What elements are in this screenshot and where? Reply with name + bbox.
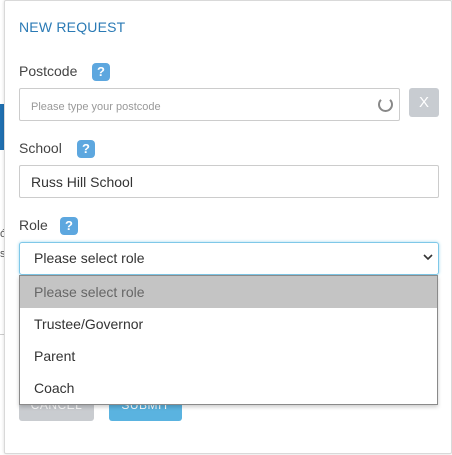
role-option[interactable]: Trustee/Governor <box>20 308 437 340</box>
postcode-label: Postcode <box>19 63 78 79</box>
role-help-icon[interactable]: ? <box>60 217 78 235</box>
postcode-placeholder: Please type your postcode <box>31 101 161 113</box>
spinner-icon <box>378 97 393 112</box>
postcode-help-icon[interactable]: ? <box>92 63 110 81</box>
school-help-icon[interactable]: ? <box>77 140 95 158</box>
role-option[interactable]: Please select role <box>20 276 437 308</box>
school-label: School <box>19 140 62 156</box>
role-select[interactable]: Please select role <box>19 242 439 275</box>
school-value: Russ Hill School <box>31 174 133 190</box>
role-options-list: Please select role Trustee/Governor Pare… <box>19 275 438 405</box>
role-selected-value: Please select role <box>34 250 145 266</box>
school-input[interactable]: Russ Hill School <box>19 165 439 198</box>
clear-postcode-button[interactable]: X <box>409 88 439 117</box>
role-option[interactable]: Coach <box>20 372 437 404</box>
chevron-down-icon <box>423 254 433 261</box>
role-label: Role <box>19 217 48 233</box>
postcode-input[interactable]: Please type your postcode <box>19 88 400 121</box>
new-request-modal: NEW REQUEST Postcode ? Please type your … <box>4 0 452 454</box>
modal-title: NEW REQUEST <box>19 19 126 35</box>
role-option[interactable]: Parent <box>20 340 437 372</box>
